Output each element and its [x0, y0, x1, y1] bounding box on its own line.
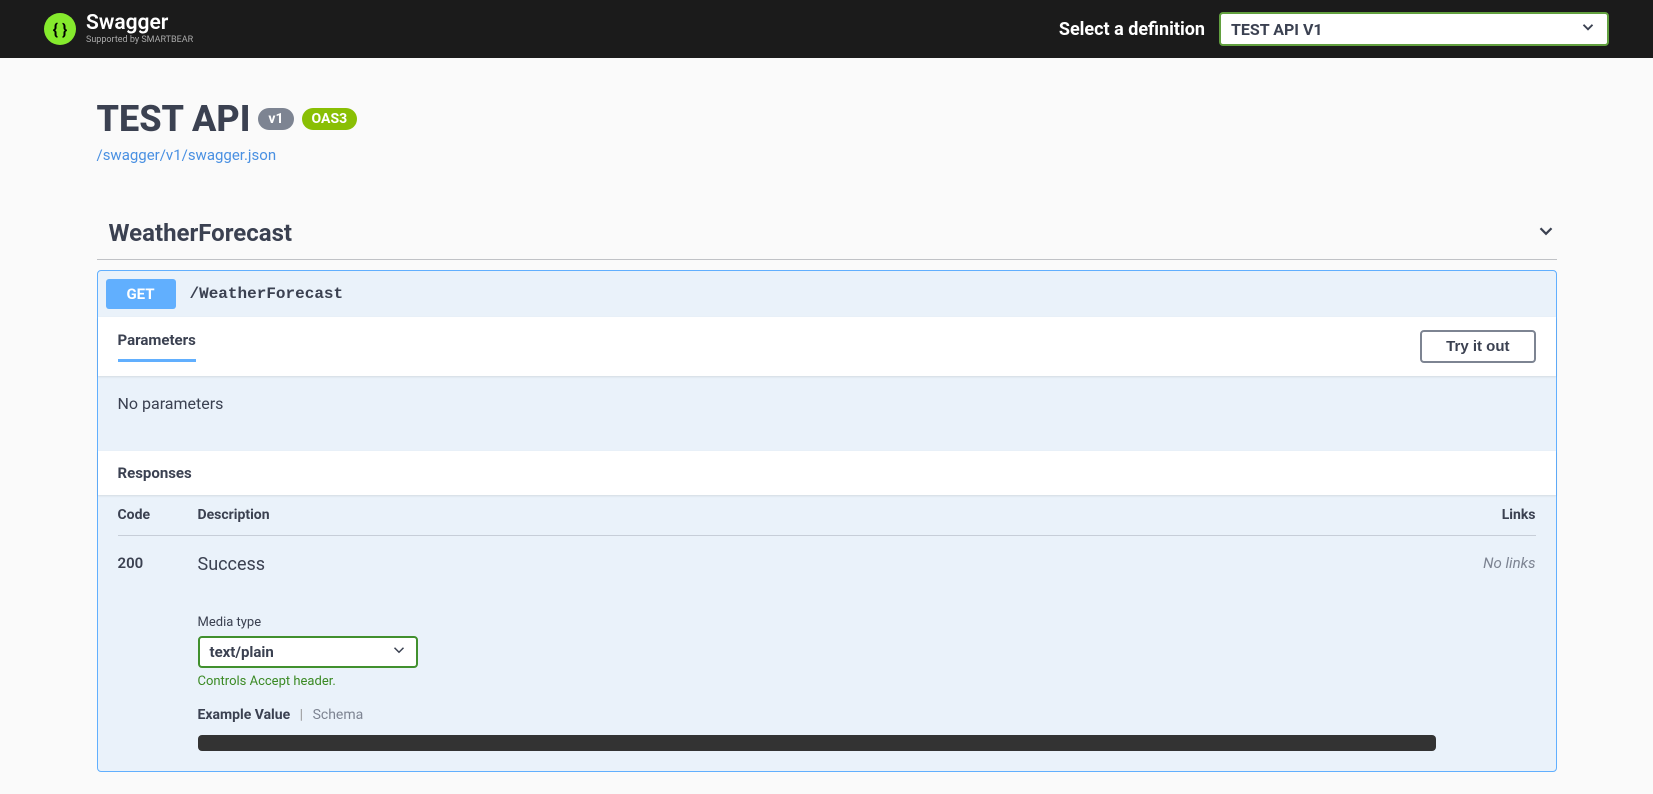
no-parameters-text: No parameters — [118, 394, 1536, 413]
parameters-header: Parameters Try it out — [98, 317, 1556, 376]
spec-url-link[interactable]: /swagger/v1/swagger.json — [97, 146, 277, 164]
select-definition-label: Select a definition — [1059, 19, 1205, 40]
tag-weatherforecast[interactable]: WeatherForecast — [97, 219, 1557, 260]
example-value-pane — [198, 735, 1436, 751]
response-links: No links — [1436, 554, 1536, 751]
operation-summary[interactable]: GET /WeatherForecast — [98, 271, 1556, 317]
tab-separator: | — [300, 707, 303, 723]
swagger-brand-text: Swagger — [86, 13, 193, 34]
tab-schema[interactable]: Schema — [313, 707, 364, 723]
api-info: TEST API v1 OAS3 /swagger/v1/swagger.jso… — [97, 98, 1557, 164]
accept-header-hint: Controls Accept header. — [198, 674, 1436, 689]
response-code: 200 — [118, 554, 198, 751]
swagger-logo[interactable]: { } Swagger Supported by SMARTBEAR — [44, 13, 193, 45]
api-title: TEST API — [97, 98, 251, 140]
parameters-label: Parameters — [118, 331, 196, 362]
media-type-label: Media type — [198, 615, 1436, 630]
api-version-badge: v1 — [258, 108, 293, 130]
operation-get-weatherforecast: GET /WeatherForecast Parameters Try it o… — [97, 270, 1557, 772]
response-description: Success — [198, 554, 1436, 575]
responses-table-header: Code Description Links — [118, 495, 1536, 536]
http-method-badge: GET — [106, 279, 176, 309]
column-description: Description — [198, 507, 1436, 523]
parameters-body: No parameters — [98, 376, 1556, 451]
definition-select-value: TEST API V1 — [1231, 20, 1323, 39]
topbar: { } Swagger Supported by SMARTBEAR Selec… — [0, 0, 1653, 58]
responses-body: Code Description Links 200 Success Media… — [98, 495, 1556, 771]
column-links: Links — [1436, 507, 1536, 523]
operation-path: /WeatherForecast — [190, 285, 344, 303]
chevron-down-icon — [390, 641, 408, 663]
tab-example-value[interactable]: Example Value — [198, 707, 291, 723]
oas-badge: OAS3 — [302, 108, 358, 130]
media-type-value: text/plain — [210, 643, 274, 661]
responses-header: Responses — [98, 451, 1556, 495]
swagger-supported-text: Supported by SMARTBEAR — [86, 35, 193, 45]
media-type-select[interactable]: text/plain — [198, 636, 418, 668]
response-row-200: 200 Success Media type text/plain Contro… — [118, 536, 1536, 751]
try-it-out-button[interactable]: Try it out — [1420, 330, 1535, 363]
chevron-down-icon — [1535, 220, 1557, 246]
swagger-logo-icon: { } — [44, 13, 76, 45]
responses-label: Responses — [118, 464, 192, 482]
column-code: Code — [118, 507, 198, 523]
definition-select[interactable]: TEST API V1 — [1219, 12, 1609, 46]
definition-selector-wrap: Select a definition TEST API V1 — [1059, 12, 1609, 46]
tag-name: WeatherForecast — [97, 219, 293, 247]
chevron-down-icon — [1579, 18, 1597, 40]
example-schema-tabs: Example Value | Schema — [198, 707, 1436, 723]
